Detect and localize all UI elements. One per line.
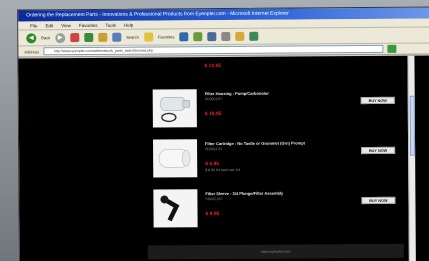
product-row: Filter Sleeve - 3/4 Plunge/Filter Assemb… [153, 188, 413, 232]
favorites-star-icon[interactable] [143, 32, 153, 42]
messenger-icon[interactable] [249, 31, 259, 41]
browser-window: Ordering the Replacement Parts - Innovat… [17, 6, 429, 261]
scrollbar-thumb[interactable] [409, 95, 416, 156]
product-note: $ 8.95 for each set 1/4 [205, 167, 241, 173]
favorites-label: Favorites [157, 34, 175, 40]
product-sku: SD0021/57 [205, 197, 223, 202]
product-name[interactable]: Filter Housing - Pump/Carbonator [205, 91, 269, 96]
buy-now-button[interactable]: BUY NOW [361, 146, 396, 155]
search-label: Search [126, 34, 139, 40]
product-price: $ 6.95 [205, 161, 220, 168]
product-row: Filter Housing - Pump/Carbonator SD0023/… [152, 88, 413, 132]
page-footer: www.eyeopler.com [147, 243, 404, 260]
product-price: $ 19.95 [204, 111, 222, 118]
product-image-filter-sleeve[interactable] [153, 189, 198, 228]
back-arrow-icon[interactable]: ◀ [26, 32, 37, 43]
back-label: Back [41, 35, 51, 41]
folder-icon[interactable] [235, 31, 245, 41]
search-icon[interactable] [112, 32, 122, 42]
address-label: Address [24, 48, 40, 54]
history-icon[interactable] [193, 32, 203, 42]
vertical-scrollbar[interactable] [407, 55, 416, 261]
buy-now-button[interactable]: BUY NOW [360, 96, 395, 105]
product-name[interactable]: Filter Cartridge - No Tastle or Grommet … [205, 140, 305, 146]
product-image-filter-housing[interactable] [152, 89, 197, 128]
home-icon[interactable] [98, 32, 108, 42]
go-button[interactable] [387, 44, 397, 53]
product-price: $ 9.95 [205, 211, 220, 218]
address-input[interactable]: http://www.eyeopler.com/addressbook_part… [43, 44, 384, 56]
menu-tools[interactable]: Tools [105, 21, 116, 29]
forward-arrow-icon[interactable]: ▶ [55, 32, 66, 43]
product-image-filter-cartridge[interactable] [153, 139, 198, 178]
buy-now-button[interactable]: BUY NOW [361, 196, 396, 205]
product-name[interactable]: Filter Sleeve - 3/4 Plunge/Filter Assemb… [205, 191, 283, 197]
media-icon[interactable] [179, 32, 189, 42]
page-content: $ 10.95 Filter Housing - Pump/Carbonator… [18, 55, 429, 261]
refresh-icon[interactable] [84, 32, 94, 42]
previous-item-price: $ 10.95 [204, 63, 222, 70]
product-sku: SD0021/57 [205, 147, 223, 152]
screen-frame: Ordering the Replacement Parts - Innovat… [0, 0, 429, 261]
mail-icon[interactable] [207, 32, 217, 42]
product-sku: SD0023/97 [204, 97, 223, 102]
menu-edit[interactable]: Edit [45, 21, 53, 29]
menu-file[interactable]: File [30, 21, 37, 29]
print-icon[interactable] [221, 31, 231, 42]
menu-help[interactable]: Help [124, 21, 133, 29]
product-row: Filter Cartridge - No Tastle or Grommet … [153, 138, 413, 182]
stop-icon[interactable] [70, 33, 80, 43]
menu-favorites[interactable]: Favorites [79, 21, 98, 29]
menu-view[interactable]: View [61, 21, 71, 29]
